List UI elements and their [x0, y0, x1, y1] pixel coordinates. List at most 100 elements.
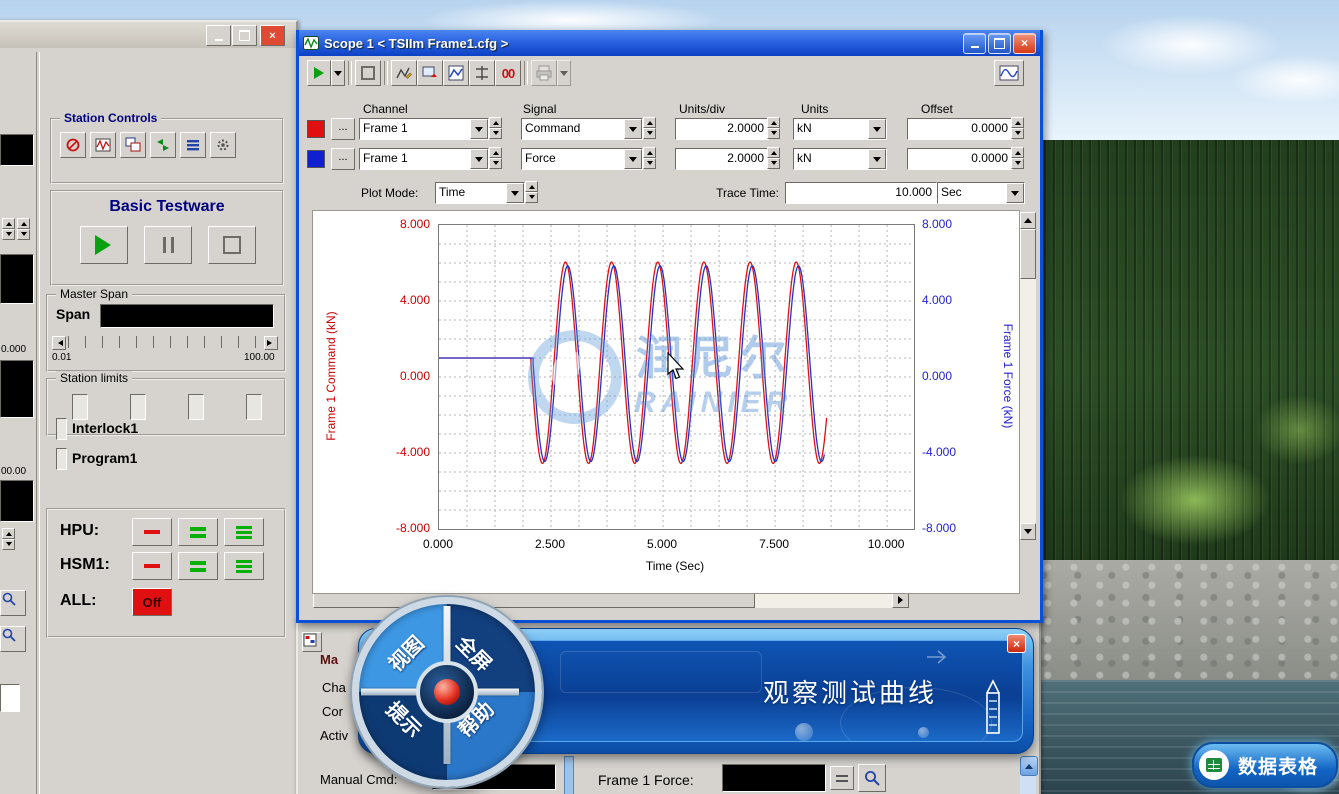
limit-indicator [130, 394, 146, 420]
channel2-select[interactable]: Frame 1 [359, 148, 489, 170]
offset2-spinner[interactable] [1011, 147, 1024, 169]
data-table-button[interactable]: 数据表格 [1192, 742, 1338, 788]
spin-up-icon[interactable] [2, 218, 15, 229]
scope-titlebar[interactable]: Scope 1 < TSIIm Frame1.cfg > × [299, 30, 1040, 56]
hpu-off-button[interactable] [132, 518, 172, 546]
unitsdiv2-spinner[interactable] [767, 147, 780, 169]
chevron-down-icon[interactable] [470, 119, 488, 139]
channel1-browse-button[interactable]: ... [331, 118, 355, 140]
signal-list-button[interactable] [994, 60, 1024, 86]
hsm-low-button[interactable] [178, 552, 218, 580]
tools-button[interactable] [210, 132, 236, 158]
close-button[interactable]: × [260, 25, 285, 46]
meters-button[interactable] [60, 132, 86, 158]
channel2-spinner[interactable] [489, 147, 502, 169]
units2-select[interactable]: kN [793, 148, 887, 170]
scroll-up-button[interactable] [1020, 212, 1036, 229]
chevron-down-icon[interactable] [1006, 183, 1024, 203]
all-off-button[interactable]: Off [132, 588, 172, 616]
window-tool-button[interactable] [302, 632, 322, 652]
auto-offset-button[interactable] [150, 132, 176, 158]
signal2-select[interactable]: Force [521, 148, 643, 170]
span-slider[interactable] [68, 336, 260, 348]
zoom-tool-button[interactable] [0, 590, 26, 616]
stop-button[interactable] [208, 226, 256, 264]
chevron-down-icon[interactable] [868, 149, 886, 169]
channel1-select[interactable]: Frame 1 [359, 118, 489, 140]
scroll-down-button[interactable] [1020, 523, 1036, 540]
wheel-view-button[interactable]: 视图 [381, 628, 430, 677]
spin-down-icon[interactable] [2, 229, 15, 240]
scope-vertical-scrollbar[interactable] [1020, 212, 1036, 540]
signal1-spinner[interactable] [643, 117, 656, 139]
station-window-titlebar[interactable]: × [0, 22, 296, 48]
cursor-tool-button[interactable] [469, 60, 495, 86]
offset1-field[interactable]: 0.0000 [907, 118, 1013, 140]
spin-up-icon[interactable] [2, 528, 15, 539]
export-button[interactable] [417, 60, 443, 86]
unitsdiv1-spinner[interactable] [767, 117, 780, 139]
scrollbar-thumb[interactable] [313, 592, 755, 608]
trace-setup-button[interactable] [391, 60, 417, 86]
slider-right-button[interactable] [264, 336, 278, 350]
spinner[interactable] [2, 218, 15, 240]
minimize-button[interactable] [963, 33, 986, 54]
pane-splitter[interactable] [564, 756, 574, 794]
run-options-dropdown[interactable] [331, 60, 345, 86]
hold-button[interactable] [144, 226, 192, 264]
offset2-field[interactable]: 0.0000 [907, 148, 1013, 170]
scroll-up-button[interactable] [1020, 756, 1038, 776]
chevron-down-icon[interactable] [624, 119, 642, 139]
run-scope-button[interactable] [307, 60, 331, 86]
chevron-down-icon[interactable] [470, 149, 488, 169]
unitsdiv1-field[interactable]: 2.0000 [675, 118, 769, 140]
scrollbar-vertical[interactable] [1020, 756, 1036, 794]
chevron-down-icon[interactable] [868, 119, 886, 139]
spin-down-icon[interactable] [2, 539, 15, 550]
stop-scope-button[interactable] [355, 60, 381, 86]
plot-mode-spinner[interactable] [525, 181, 538, 203]
chart-view-button[interactable] [443, 60, 469, 86]
limits-button[interactable] [830, 766, 854, 790]
close-button[interactable]: × [1013, 33, 1036, 54]
scrollbar-thumb[interactable] [1020, 229, 1036, 279]
readouts-button[interactable] [180, 132, 206, 158]
print-options-dropdown[interactable] [557, 60, 571, 86]
spinner[interactable] [2, 528, 15, 550]
spin-up-icon[interactable] [17, 218, 30, 229]
chevron-down-icon[interactable] [624, 149, 642, 169]
maximize-button[interactable] [232, 25, 257, 46]
zero-display-button[interactable]: 00 [495, 60, 521, 86]
minimize-button[interactable] [206, 25, 231, 46]
units1-select[interactable]: kN [793, 118, 887, 140]
print-button[interactable] [531, 60, 557, 86]
hsm-off-button[interactable] [132, 552, 172, 580]
offset1-spinner[interactable] [1011, 117, 1024, 139]
run-button[interactable] [80, 226, 128, 264]
maximize-button[interactable] [988, 33, 1011, 54]
chevron-down-icon[interactable] [506, 183, 524, 203]
hpu-low-button[interactable] [178, 518, 218, 546]
trace-time-units-select[interactable]: Sec [937, 182, 1025, 204]
plot-mode-select[interactable]: Time [435, 182, 525, 204]
wheel-center-button[interactable] [416, 661, 478, 723]
hpu-high-button[interactable] [224, 518, 264, 546]
banner-close-button[interactable]: × [1007, 634, 1026, 653]
slider-left-button[interactable] [52, 336, 66, 350]
signal2-spinner[interactable] [643, 147, 656, 169]
signal-zoom-button[interactable] [858, 764, 886, 792]
spin-down-icon[interactable] [17, 229, 30, 240]
scope-horizontal-scrollbar[interactable] [313, 592, 909, 608]
unitsdiv2-field[interactable]: 2.0000 [675, 148, 769, 170]
displays-button[interactable] [120, 132, 146, 158]
channel2-browse-button[interactable]: ... [331, 148, 355, 170]
spinner[interactable] [17, 218, 30, 240]
scroll-right-button[interactable] [892, 592, 909, 608]
tutorial-nav-wheel[interactable]: 视图 全屏 提示 帮助 [352, 597, 542, 787]
signal1-select[interactable]: Command [521, 118, 643, 140]
trace-time-field[interactable]: 10.000 [785, 182, 937, 204]
channel1-spinner[interactable] [489, 117, 502, 139]
hsm-high-button[interactable] [224, 552, 264, 580]
scope-button[interactable] [90, 132, 116, 158]
pan-tool-button[interactable] [0, 626, 26, 652]
